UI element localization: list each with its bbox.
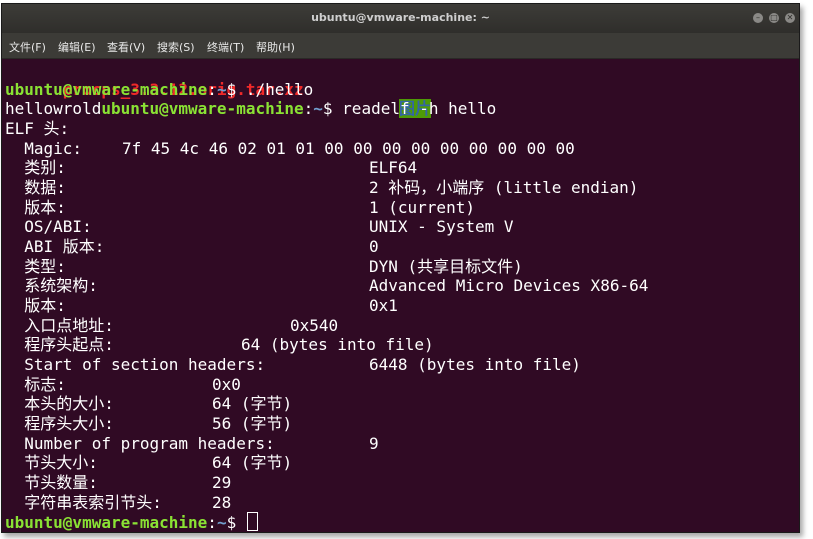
field-value: 2 补码，小端序 (little endian) (369, 178, 639, 197)
prompt-sep: : (207, 80, 217, 99)
menu-file[interactable]: 文件(F) (9, 39, 46, 55)
field-row: 版本: 1 (current) (5, 198, 475, 217)
prompt-char: $ (226, 80, 246, 99)
prompt-path: ~ (216, 80, 227, 99)
maximize-button[interactable]: □ (769, 13, 779, 23)
field-value: 7f 45 4c 46 02 01 01 00 00 00 00 00 00 0… (122, 139, 575, 158)
field-label: 节头大小: (5, 453, 98, 472)
field-label: 本头的大小: (5, 394, 114, 413)
field-label: 数据: (5, 178, 66, 197)
menu-bar: 文件(F) 编辑(E) 查看(V) 搜索(S) 终端(T) 帮助(H) (2, 33, 799, 59)
minimize-icon: – (756, 13, 760, 22)
menu-help[interactable]: 帮助(H) (256, 39, 295, 55)
prompt-char: $ (226, 513, 246, 532)
field-label: 标志: (5, 375, 66, 394)
field-row: 版本: 0x1 (5, 296, 398, 315)
close-button[interactable]: ✕ (785, 13, 795, 23)
field-label: Start of section headers: (5, 355, 266, 374)
elf-header-title: ELF 头: (5, 119, 70, 138)
field-label: ABI 版本: (5, 237, 105, 256)
prompt-path: ~ (216, 513, 227, 532)
field-row: OS/ABI: UNIX - System V (5, 217, 513, 236)
field-value: 64 (字节) (212, 453, 293, 472)
program-output: hellowrold (5, 99, 102, 118)
menu-view[interactable]: 查看(V) (107, 39, 145, 55)
field-row: 字符串表索引节头: 28 (5, 493, 231, 512)
field-label: 入口点地址: (5, 316, 114, 335)
field-value: 56 (字节) (212, 414, 293, 433)
menu-terminal[interactable]: 终端(T) (207, 39, 244, 55)
field-row: 节头数量: 29 (5, 473, 231, 492)
field-value: ELF64 (369, 158, 418, 177)
field-value: 0x1 (369, 296, 398, 315)
field-value: 28 (212, 493, 232, 512)
close-icon: ✕ (786, 13, 794, 22)
prompt-line-1: ubuntu@vmware-machine:~$ ./hello (5, 80, 313, 99)
field-label: 版本: (5, 296, 66, 315)
field-row: 程序头起点: 64 (bytes into file) (5, 335, 433, 354)
field-label: OS/ABI: (5, 217, 92, 236)
field-row: 节头大小: 64 (字节) (5, 453, 292, 472)
command-text: readelf -h hello (342, 99, 497, 118)
terminal-content[interactable]: procps_3.3.12.orig.tar.xz 图片 ubuntu@vmwa… (2, 59, 799, 532)
field-row: 系统架构: Advanced Micro Devices X86-64 (5, 276, 648, 295)
menu-edit[interactable]: 编辑(E) (58, 39, 96, 55)
field-label: 版本: (5, 198, 66, 217)
field-row: 类别: ELF64 (5, 158, 417, 177)
field-label: Number of program headers: (5, 434, 275, 453)
field-row: Start of section headers: 6448 (bytes int… (5, 355, 581, 374)
field-row: ABI 版本: 0 (5, 237, 378, 256)
field-label: Magic: (5, 139, 83, 158)
prompt-user: ubuntu@vmware-machine (101, 99, 304, 118)
field-value: 9 (369, 434, 379, 453)
field-label: 系统架构: (5, 276, 98, 295)
field-row: 本头的大小: 64 (字节) (5, 394, 292, 413)
field-label: 节头数量: (5, 473, 98, 492)
field-value: UNIX - System V (369, 217, 514, 236)
field-value: 64 (bytes into file) (241, 335, 434, 354)
field-label: 程序头起点: (5, 335, 114, 354)
field-value: DYN (共享目标文件) (369, 257, 523, 276)
field-label: 类别: (5, 158, 66, 177)
prompt-line-3: ubuntu@vmware-machine:~$ (5, 512, 258, 532)
field-label: 程序头大小: (5, 414, 114, 433)
prompt-sep: : (207, 513, 217, 532)
minimize-button[interactable]: – (753, 13, 763, 23)
field-row: 数据: 2 补码，小端序 (little endian) (5, 178, 638, 197)
magic-line: Magic: 7f 45 4c 46 02 01 01 00 00 00 00 0… (5, 139, 574, 158)
field-row: 程序头大小: 56 (字节) (5, 414, 292, 433)
prompt-sep: : (303, 99, 314, 118)
field-value: 1 (current) (369, 198, 475, 217)
field-value: 0x0 (212, 375, 241, 394)
window-title: ubuntu@vmware-machine: ~ (311, 11, 490, 24)
menu-search[interactable]: 搜索(S) (157, 39, 195, 55)
title-bar[interactable]: ubuntu@vmware-machine: ~ – □ ✕ (2, 4, 799, 33)
prompt-path: ~ (313, 99, 323, 118)
field-value: 29 (212, 473, 232, 492)
field-row: Number of program headers: 9 (5, 434, 378, 453)
text-cursor (246, 512, 258, 531)
field-value: 6448 (bytes into file) (369, 355, 581, 374)
ls-output-line: procps_3.3.12.orig.tar.xz 图片 (5, 61, 432, 118)
prompt-line-2: hellowroldubuntu@vmware-machine:~$ reade… (5, 99, 496, 118)
field-label: 类型: (5, 257, 66, 276)
field-value: 64 (字节) (212, 394, 293, 413)
field-value: 0 (369, 237, 379, 256)
prompt-user: ubuntu@vmware-machine (5, 513, 208, 532)
field-row: 入口点地址: 0x540 (5, 316, 338, 335)
field-value: 0x540 (290, 316, 339, 335)
field-row: 标志: 0x0 (5, 375, 241, 394)
field-row: 类型: DYN (共享目标文件) (5, 257, 523, 276)
prompt-user: ubuntu@vmware-machine (5, 80, 208, 99)
maximize-icon: □ (770, 13, 778, 22)
terminal-window: ubuntu@vmware-machine: ~ – □ ✕ 文件(F) 编辑(… (1, 3, 800, 533)
command-text: ./hello (245, 80, 314, 99)
field-label: 字符串表索引节头: (5, 493, 162, 512)
prompt-char: $ (322, 99, 343, 118)
field-value: Advanced Micro Devices X86-64 (369, 276, 649, 295)
